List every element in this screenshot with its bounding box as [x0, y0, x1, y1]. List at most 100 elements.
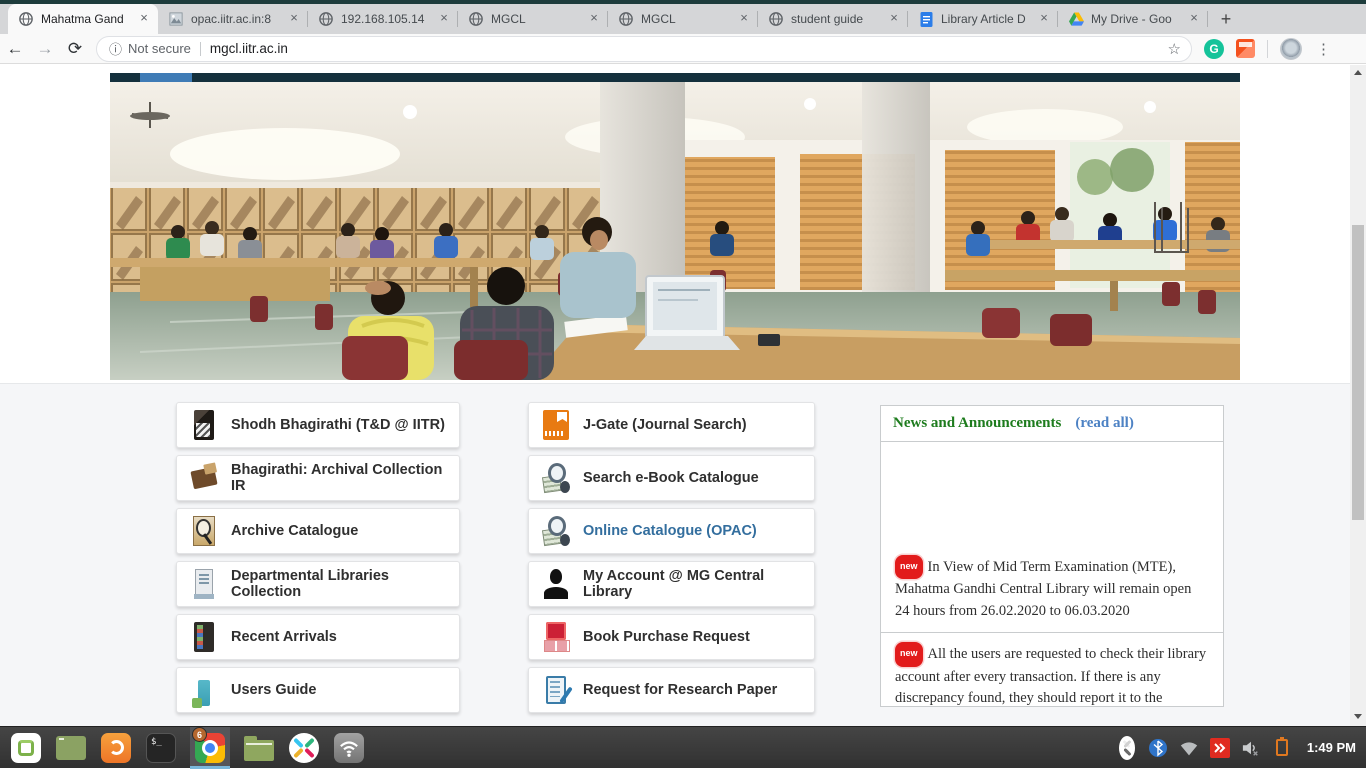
google-docs-icon	[918, 11, 934, 27]
tab-title: Library Article D	[941, 12, 1029, 26]
tab-student-guide[interactable]: student guide ×	[758, 4, 908, 34]
scrollbar-thumb[interactable]	[1352, 225, 1364, 520]
taskbar-clock[interactable]: 1:49 PM	[1307, 740, 1356, 755]
quick-link-users-guide[interactable]: Users Guide	[176, 667, 460, 713]
quick-link-jgate[interactable]: J-Gate (Journal Search)	[528, 402, 815, 448]
quick-link-archival-collection[interactable]: Bhagirathi: Archival Collection IR	[176, 455, 460, 501]
book-search-icon	[542, 461, 570, 495]
book-search-icon	[542, 514, 570, 548]
volume-muted-icon[interactable]	[1241, 738, 1261, 758]
quick-link-label: Departmental Libraries Collection	[231, 568, 459, 600]
extensions-area: G ⋮	[1204, 38, 1343, 60]
slack-tray-icon[interactable]	[1119, 740, 1135, 756]
quick-link-label: My Account @ MG Central Library	[583, 568, 814, 600]
quick-link-opac[interactable]: Online Catalogue (OPAC)	[528, 508, 815, 554]
tab-title: Mahatma Gand	[41, 12, 129, 26]
globe-icon	[318, 11, 334, 27]
close-icon[interactable]: ×	[586, 11, 602, 27]
wifi-tray-icon[interactable]	[1179, 738, 1199, 758]
quick-link-archive-catalogue[interactable]: Archive Catalogue	[176, 508, 460, 554]
tab-mahatma-gandhi-library[interactable]: Mahatma Gand ×	[8, 4, 158, 34]
new-tab-button[interactable]: +	[1212, 5, 1240, 33]
terminal-launcher[interactable]: $_	[145, 732, 177, 764]
tab-my-drive[interactable]: My Drive - Goo ×	[1058, 4, 1208, 34]
files-launcher[interactable]	[243, 732, 275, 764]
globe-icon	[618, 11, 634, 27]
battery-icon[interactable]	[1272, 738, 1292, 758]
chrome-launcher-active[interactable]: 6	[190, 727, 230, 769]
image-icon	[168, 11, 184, 27]
quick-links-section: Shodh Bhagirathi (T&D @ IITR) Bhagirathi…	[0, 383, 1350, 726]
slack-launcher[interactable]	[288, 732, 320, 764]
quick-link-book-purchase[interactable]: Book Purchase Request	[528, 614, 815, 660]
tab-title: MGCL	[491, 12, 579, 26]
url-text[interactable]: mgcl.iitr.ac.in	[210, 41, 1168, 56]
quick-link-recent-arrivals[interactable]: Recent Arrivals	[176, 614, 460, 660]
site-navbar[interactable]	[110, 73, 1240, 82]
quick-link-departmental-libraries[interactable]: Departmental Libraries Collection	[176, 561, 460, 607]
close-icon[interactable]: ×	[436, 11, 452, 27]
taskbar: $_ 6 1:49 PM	[0, 726, 1366, 768]
tab-ip-address[interactable]: 192.168.105.14 ×	[308, 4, 458, 34]
tab-title: MGCL	[641, 12, 729, 26]
new-badge: new	[895, 642, 923, 667]
kiosk-icon	[190, 567, 218, 601]
quick-link-shodh-bhagirathi[interactable]: Shodh Bhagirathi (T&D @ IITR)	[176, 402, 460, 448]
divider	[200, 42, 201, 56]
thesis-book-icon	[190, 408, 218, 442]
back-button[interactable]: ←	[0, 39, 30, 59]
quick-link-research-paper[interactable]: Request for Research Paper	[528, 667, 815, 713]
firefox-launcher[interactable]	[100, 732, 132, 764]
news-item: newIn View of Mid Term Examination (MTE)…	[881, 442, 1223, 632]
read-all-link[interactable]: (read all)	[1075, 415, 1133, 432]
archive-box-icon	[190, 461, 218, 495]
clipboard-pencil-icon	[542, 673, 570, 707]
reload-button[interactable]: ⟳	[60, 39, 90, 59]
scroll-down-arrow-icon[interactable]	[1354, 714, 1362, 719]
tab-strip: Mahatma Gand × opac.iitr.ac.in:8 × 192.1…	[0, 4, 1366, 34]
info-icon[interactable]: ⓘ	[109, 39, 122, 58]
quick-links-column-middle: J-Gate (Journal Search) Search e-Book Ca…	[528, 402, 815, 720]
tab-opac[interactable]: opac.iitr.ac.in:8 ×	[158, 4, 308, 34]
quick-link-label: Bhagirathi: Archival Collection IR	[231, 462, 459, 494]
webpage-viewport: Shodh Bhagirathi (T&D @ IITR) Bhagirathi…	[0, 65, 1366, 726]
quick-link-label: Shodh Bhagirathi (T&D @ IITR)	[231, 417, 445, 433]
google-drive-icon	[1068, 11, 1084, 27]
profile-avatar[interactable]	[1280, 38, 1302, 60]
tab-mgcl-1[interactable]: MGCL ×	[458, 4, 608, 34]
archive-search-icon	[190, 514, 218, 548]
tab-library-article[interactable]: Library Article D ×	[908, 4, 1058, 34]
close-icon[interactable]: ×	[286, 11, 302, 27]
quick-link-my-account[interactable]: My Account @ MG Central Library	[528, 561, 815, 607]
red-book-icon	[542, 620, 570, 654]
close-icon[interactable]: ×	[886, 11, 902, 27]
page-scrollbar[interactable]	[1350, 65, 1366, 726]
network-app-launcher[interactable]	[333, 732, 365, 764]
close-icon[interactable]: ×	[1036, 11, 1052, 27]
show-desktop-button[interactable]	[55, 732, 87, 764]
grammarly-extension-icon[interactable]: G	[1204, 39, 1224, 59]
site-nav-active-item[interactable]	[140, 73, 192, 82]
close-icon[interactable]: ×	[136, 11, 152, 27]
close-icon[interactable]: ×	[1186, 11, 1202, 27]
bookmark-star-icon[interactable]: ☆	[1168, 40, 1181, 58]
globe-icon	[768, 11, 784, 27]
anydesk-icon[interactable]	[1210, 738, 1230, 758]
tab-title: opac.iitr.ac.in:8	[191, 12, 279, 26]
forward-button[interactable]: →	[30, 39, 60, 59]
close-icon[interactable]: ×	[736, 11, 752, 27]
orange-extension-icon[interactable]	[1236, 39, 1255, 58]
scroll-up-arrow-icon[interactable]	[1354, 70, 1362, 75]
person-icon	[542, 567, 570, 601]
divider	[1267, 40, 1268, 58]
tab-mgcl-2[interactable]: MGCL ×	[608, 4, 758, 34]
address-bar[interactable]: ⓘ Not secure mgcl.iitr.ac.in ☆	[96, 36, 1192, 62]
quick-link-label: Recent Arrivals	[231, 629, 337, 645]
globe-icon	[18, 11, 34, 27]
quick-link-ebook-catalogue[interactable]: Search e-Book Catalogue	[528, 455, 815, 501]
tab-title: My Drive - Goo	[1091, 12, 1179, 26]
browser-menu-icon[interactable]: ⋮	[1314, 40, 1343, 58]
mint-menu-button[interactable]	[10, 732, 42, 764]
news-header: News and Announcements (read all)	[881, 406, 1223, 442]
bluetooth-icon[interactable]	[1148, 738, 1168, 758]
